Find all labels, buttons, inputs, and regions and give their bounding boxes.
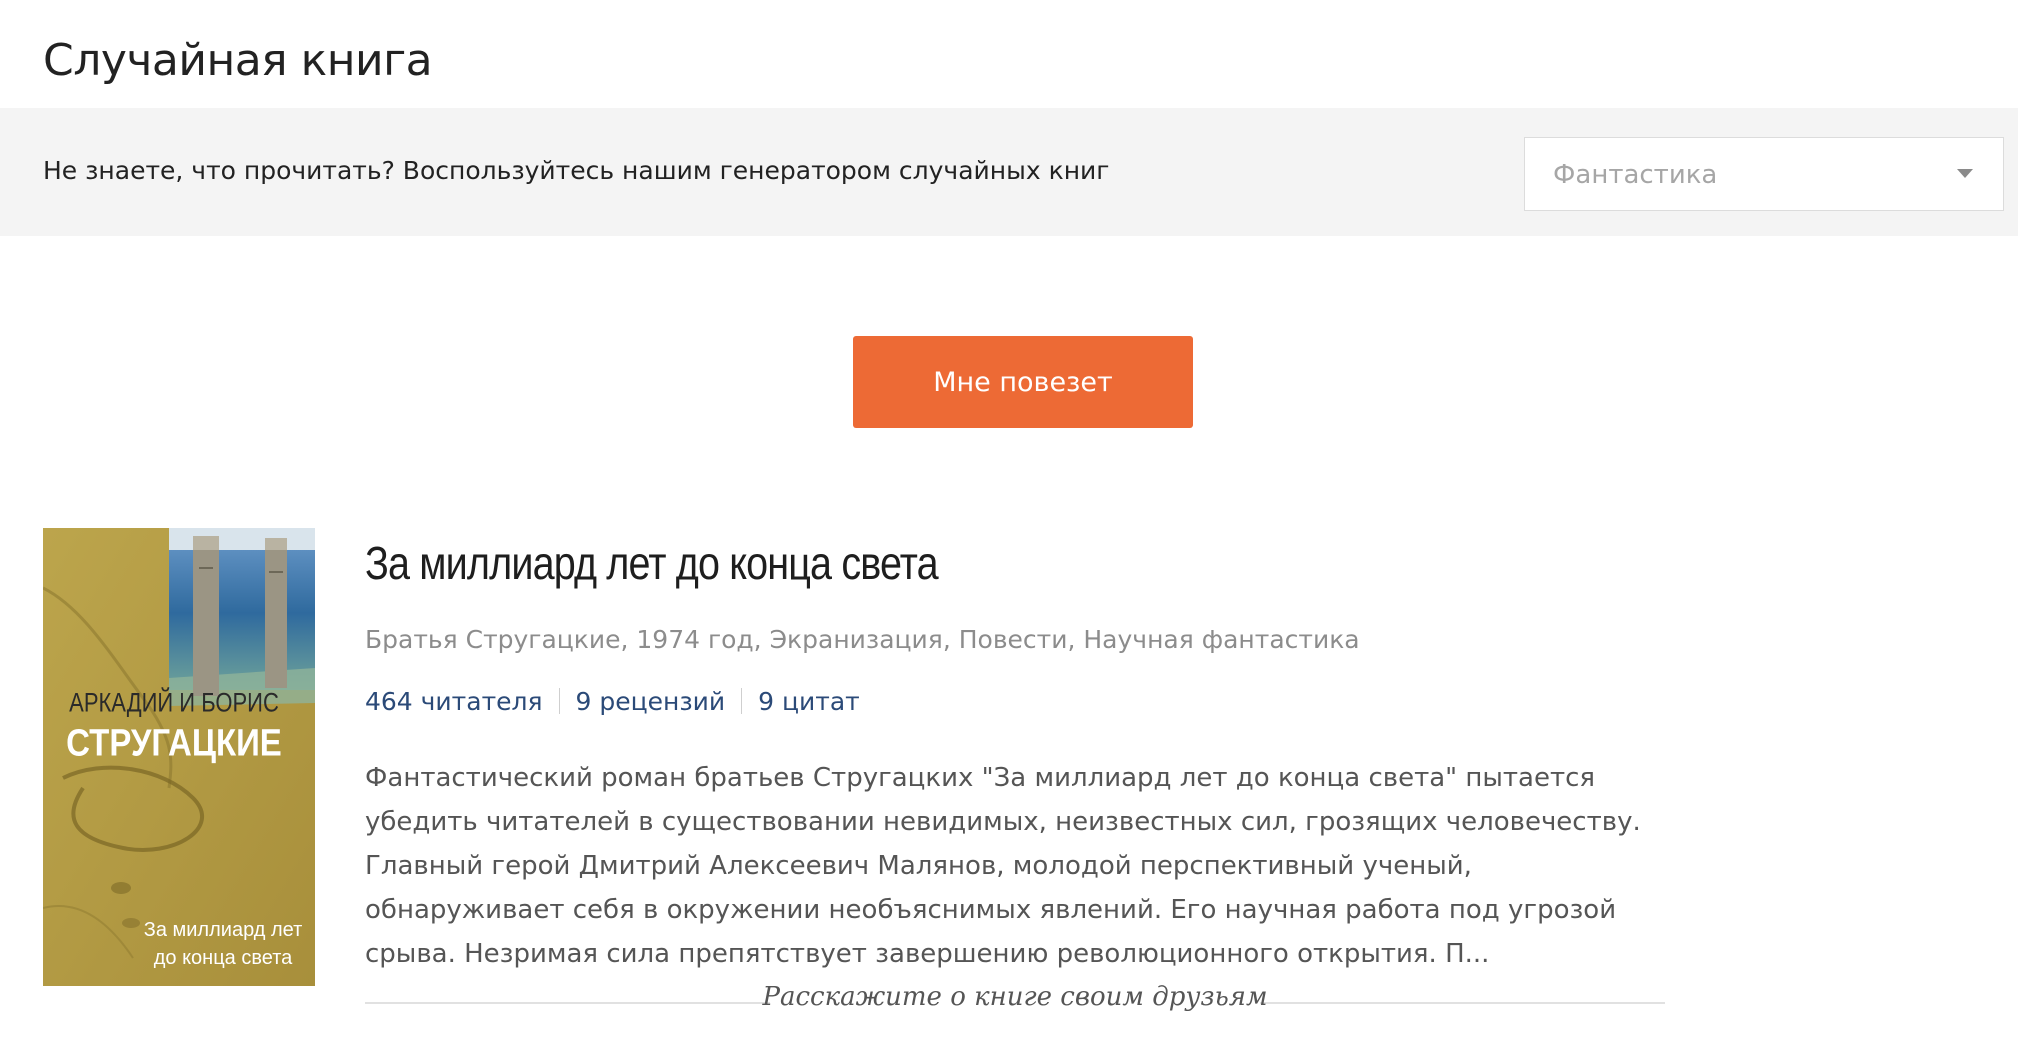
reviews-link[interactable]: 9 рецензий bbox=[576, 687, 726, 716]
book-cover-art: АРКАДИЙ И БОРИС СТРУГАЦКИЕ За миллиард л… bbox=[43, 528, 315, 986]
cover-author-line2: СТРУГАЦКИЕ bbox=[66, 722, 282, 765]
stat-divider bbox=[741, 688, 743, 714]
random-book-filter-bar: Не знаете, что прочитать? Воспользуйтесь… bbox=[0, 108, 2018, 236]
book-stats: 464 читателя 9 рецензий 9 цитат bbox=[365, 687, 860, 716]
chevron-down-icon bbox=[1957, 169, 1973, 178]
filter-prompt: Не знаете, что прочитать? Воспользуйтесь… bbox=[43, 156, 1110, 185]
stat-divider bbox=[558, 688, 560, 714]
cover-title-line1: За миллиард лет bbox=[144, 919, 303, 941]
book-title[interactable]: За миллиард лет до конца света bbox=[365, 536, 939, 590]
share-row: Расскажите о книге своим друзьям bbox=[365, 982, 1665, 1018]
quotes-link[interactable]: 9 цитат bbox=[758, 687, 860, 716]
readers-link[interactable]: 464 читателя bbox=[365, 687, 543, 716]
book-meta: Братья Стругацкие, 1974 год, Экранизация… bbox=[365, 625, 1360, 654]
book-description: Фантастический роман братьев Стругацких … bbox=[365, 763, 1641, 969]
share-label: Расскажите о книге своим друзьям bbox=[762, 982, 1268, 1012]
genre-select[interactable]: Фантастика bbox=[1524, 137, 2004, 211]
cover-title-line2: до конца света bbox=[154, 947, 293, 969]
lucky-button[interactable]: Мне повезет bbox=[853, 336, 1193, 428]
genre-select-value: Фантастика bbox=[1553, 160, 1718, 190]
page-title: Случайная книга bbox=[43, 35, 433, 87]
cover-author-line1: АРКАДИЙ И БОРИС bbox=[69, 688, 279, 718]
book-cover-image[interactable]: АРКАДИЙ И БОРИС СТРУГАЦКИЕ За миллиард л… bbox=[43, 528, 315, 986]
